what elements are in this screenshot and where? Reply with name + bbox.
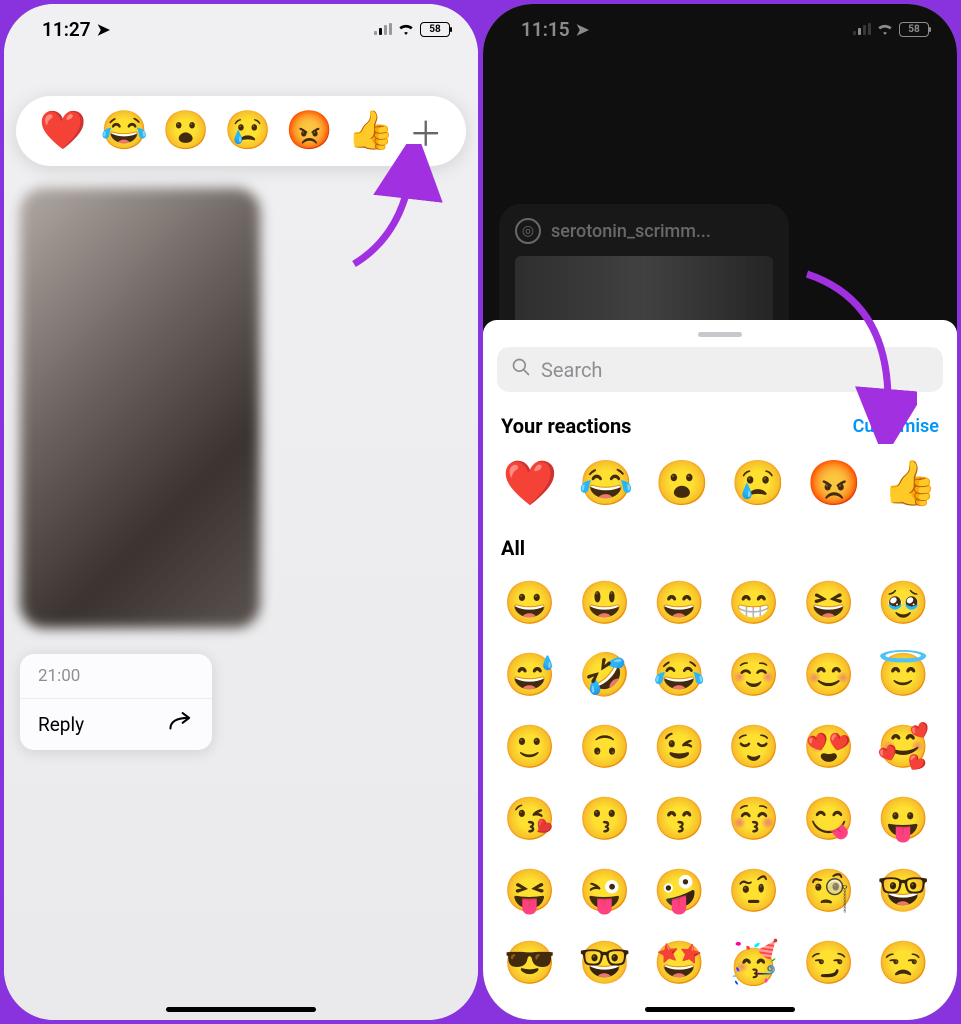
- emoji-12[interactable]: 🙂: [499, 718, 561, 776]
- emoji-8[interactable]: 😂: [648, 646, 710, 704]
- status-time: 11:27: [42, 18, 91, 41]
- reaction-like[interactable]: 👍: [347, 112, 394, 150]
- sheet-grabber[interactable]: [698, 332, 742, 337]
- search-icon: [511, 357, 531, 382]
- your-reaction-1[interactable]: 😂: [575, 452, 637, 514]
- emoji-0[interactable]: 😀: [499, 574, 561, 632]
- emoji-14[interactable]: 😉: [648, 718, 710, 776]
- emoji-27[interactable]: 🤨: [723, 862, 785, 920]
- quick-reaction-bar: ❤️ 😂 😮 😢 😡 👍 ＋: [16, 96, 466, 166]
- battery-icon: 58: [420, 22, 450, 37]
- reaction-heart[interactable]: ❤️: [39, 112, 86, 150]
- reply-button[interactable]: Reply: [20, 699, 212, 750]
- emoji-24[interactable]: 😝: [499, 862, 561, 920]
- emoji-17[interactable]: 🥰: [872, 718, 934, 776]
- emoji-13[interactable]: 🙃: [574, 718, 636, 776]
- emoji-26[interactable]: 🤪: [648, 862, 710, 920]
- emoji-5[interactable]: 🥹: [872, 574, 934, 632]
- emoji-1[interactable]: 😃: [574, 574, 636, 632]
- emoji-30[interactable]: 😎: [499, 934, 561, 992]
- home-indicator[interactable]: [166, 1007, 316, 1012]
- cellular-icon: [374, 23, 392, 35]
- emoji-2[interactable]: 😄: [648, 574, 710, 632]
- emoji-29[interactable]: 🤓: [872, 862, 934, 920]
- emoji-search-input[interactable]: Search: [497, 347, 943, 392]
- reaction-laugh[interactable]: 😂: [101, 112, 148, 150]
- emoji-15[interactable]: 😌: [723, 718, 785, 776]
- all-emoji-section: All 😀😃😄😁😆🥹😅🤣😂☺️😊😇🙂🙃😉😌😍🥰😘😗😙😚😋😛😝😜🤪🤨🧐🤓😎🤓🤩🥳😏…: [497, 536, 943, 992]
- emoji-19[interactable]: 😗: [574, 790, 636, 848]
- your-reactions-section: Your reactions Customise ❤️😂😮😢😡👍: [497, 414, 943, 514]
- emoji-25[interactable]: 😜: [574, 862, 636, 920]
- emoji-18[interactable]: 😘: [499, 790, 561, 848]
- home-indicator[interactable]: [645, 1007, 795, 1012]
- emoji-32[interactable]: 🤩: [648, 934, 710, 992]
- your-reaction-2[interactable]: 😮: [651, 452, 713, 514]
- emoji-20[interactable]: 😙: [648, 790, 710, 848]
- reaction-angry[interactable]: 😡: [286, 112, 333, 150]
- your-reaction-3[interactable]: 😢: [727, 452, 789, 514]
- message-timestamp: 21:00: [20, 654, 212, 699]
- chat-background: 11:27 ➤ 58 ❤️ 😂 😮 😢 😡 👍 ＋ 21:00: [4, 4, 478, 1020]
- emoji-3[interactable]: 😁: [723, 574, 785, 632]
- reply-icon: [168, 711, 194, 738]
- customise-button[interactable]: Customise: [853, 416, 939, 437]
- location-arrow-icon: ➤: [97, 20, 110, 39]
- status-bar: 11:27 ➤ 58: [4, 4, 478, 54]
- emoji-9[interactable]: ☺️: [723, 646, 785, 704]
- search-placeholder: Search: [541, 358, 602, 382]
- emoji-4[interactable]: 😆: [798, 574, 860, 632]
- your-reaction-5[interactable]: 👍: [879, 452, 941, 514]
- message-attachment[interactable]: [20, 188, 260, 628]
- your-reaction-4[interactable]: 😡: [803, 452, 865, 514]
- emoji-16[interactable]: 😍: [798, 718, 860, 776]
- emoji-picker-sheet: Search Your reactions Customise ❤️😂😮😢😡👍 …: [483, 320, 957, 1020]
- screenshot-left: 11:27 ➤ 58 ❤️ 😂 😮 😢 😡 👍 ＋ 21:00: [4, 4, 478, 1020]
- reaction-sad[interactable]: 😢: [224, 112, 271, 150]
- all-label: All: [501, 536, 525, 560]
- emoji-21[interactable]: 😚: [723, 790, 785, 848]
- emoji-22[interactable]: 😋: [798, 790, 860, 848]
- emoji-31[interactable]: 🤓: [574, 934, 636, 992]
- wifi-icon: [396, 18, 416, 41]
- emoji-28[interactable]: 🧐: [798, 862, 860, 920]
- emoji-10[interactable]: 😊: [798, 646, 860, 704]
- emoji-35[interactable]: 😒: [872, 934, 934, 992]
- emoji-34[interactable]: 😏: [798, 934, 860, 992]
- add-reaction-button[interactable]: ＋: [409, 107, 443, 156]
- message-context-menu: 21:00 Reply: [20, 654, 212, 750]
- emoji-6[interactable]: 😅: [499, 646, 561, 704]
- emoji-33[interactable]: 🥳: [723, 934, 785, 992]
- emoji-23[interactable]: 😛: [872, 790, 934, 848]
- your-reactions-label: Your reactions: [501, 414, 631, 438]
- emoji-7[interactable]: 🤣: [574, 646, 636, 704]
- screenshot-right: 11:15 ➤ 58 ◎ serotonin_scrimm...: [483, 4, 957, 1020]
- reaction-wow[interactable]: 😮: [162, 112, 209, 150]
- your-reaction-0[interactable]: ❤️: [499, 452, 561, 514]
- dimmed-chat: 11:15 ➤ 58 ◎ serotonin_scrimm...: [483, 4, 957, 1020]
- emoji-11[interactable]: 😇: [872, 646, 934, 704]
